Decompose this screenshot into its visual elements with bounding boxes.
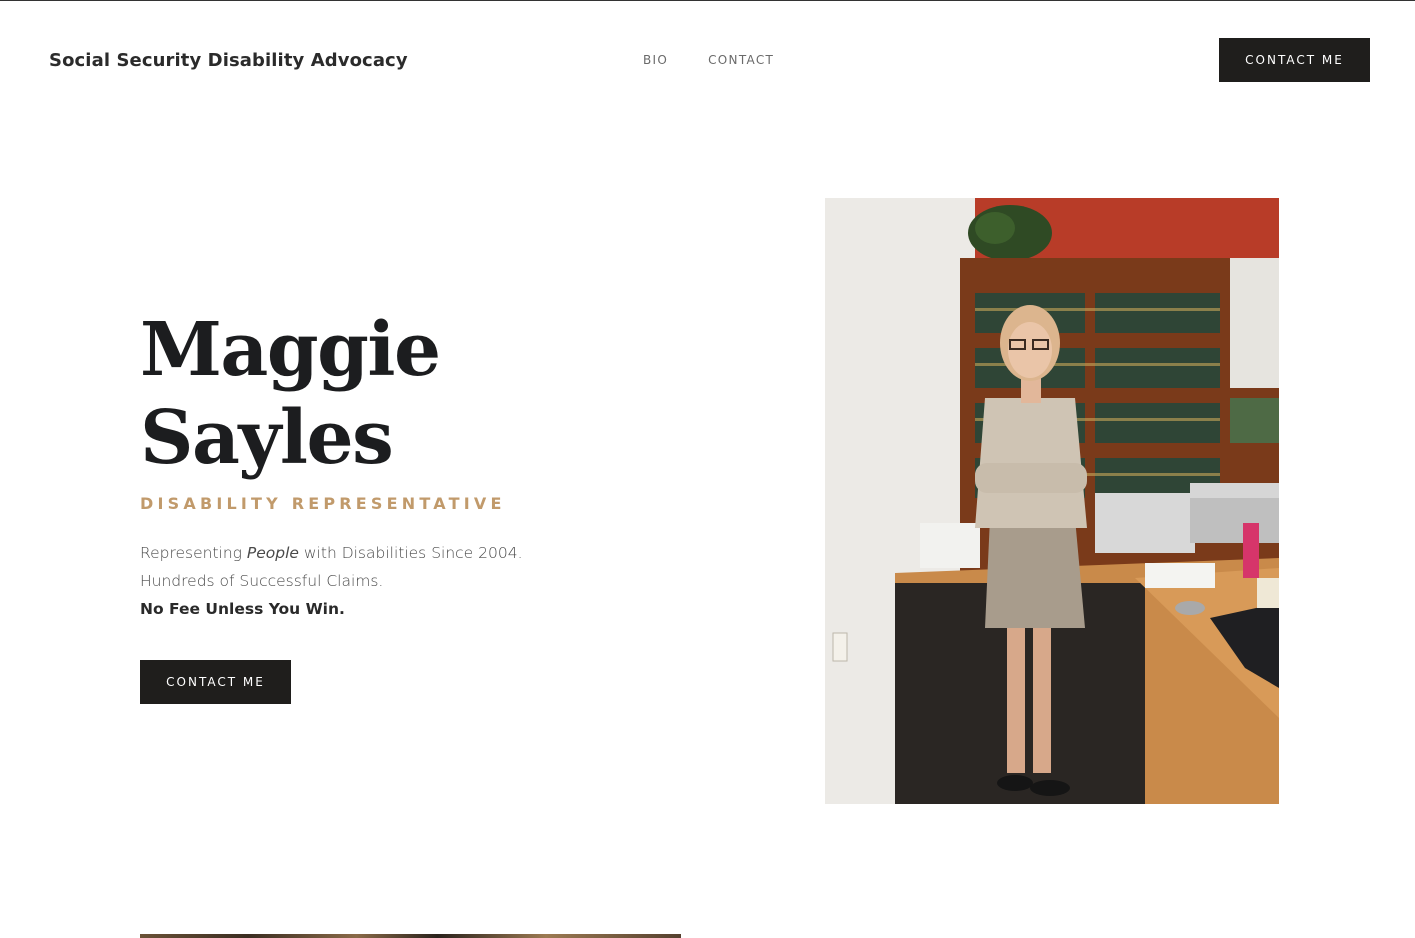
hero-subtitle: DISABILITY REPRESENTATIVE [140, 494, 506, 513]
hero-body-line1-suffix: with Disabilities Since 2004. [298, 544, 523, 562]
hero-name-last: Sayles [140, 395, 394, 481]
hero-body-line1-emph: People [246, 544, 299, 562]
hero-body-line3: No Fee Unless You Win. [140, 600, 345, 618]
hero-body: Representing People with Disabilities Si… [140, 539, 740, 623]
hero-body-line2: Hundreds of Successful Claims. [140, 572, 384, 590]
hero-body-line1-prefix: Representing [140, 544, 247, 562]
nav-link-contact[interactable]: CONTACT [708, 53, 774, 67]
hero-contact-button[interactable]: CONTACT ME [140, 660, 291, 704]
hero-portrait-photo [825, 198, 1279, 804]
main-nav: BIO CONTACT [643, 53, 774, 67]
hero-name-heading: Maggie Sayles [140, 306, 740, 482]
site-header: Social Security Disability Advocacy BIO … [0, 1, 1415, 121]
hero-body-line1: Representing People with Disabilities Si… [140, 539, 740, 567]
nav-link-bio[interactable]: BIO [643, 53, 668, 67]
hero-name-first: Maggie [140, 307, 441, 393]
site-title-link[interactable]: Social Security Disability Advocacy [49, 50, 408, 71]
header-contact-button[interactable]: CONTACT ME [1219, 38, 1370, 82]
hero-text-section: Maggie Sayles DISABILITY REPRESENTATIVE … [140, 306, 740, 623]
next-section-image-edge [140, 934, 681, 938]
